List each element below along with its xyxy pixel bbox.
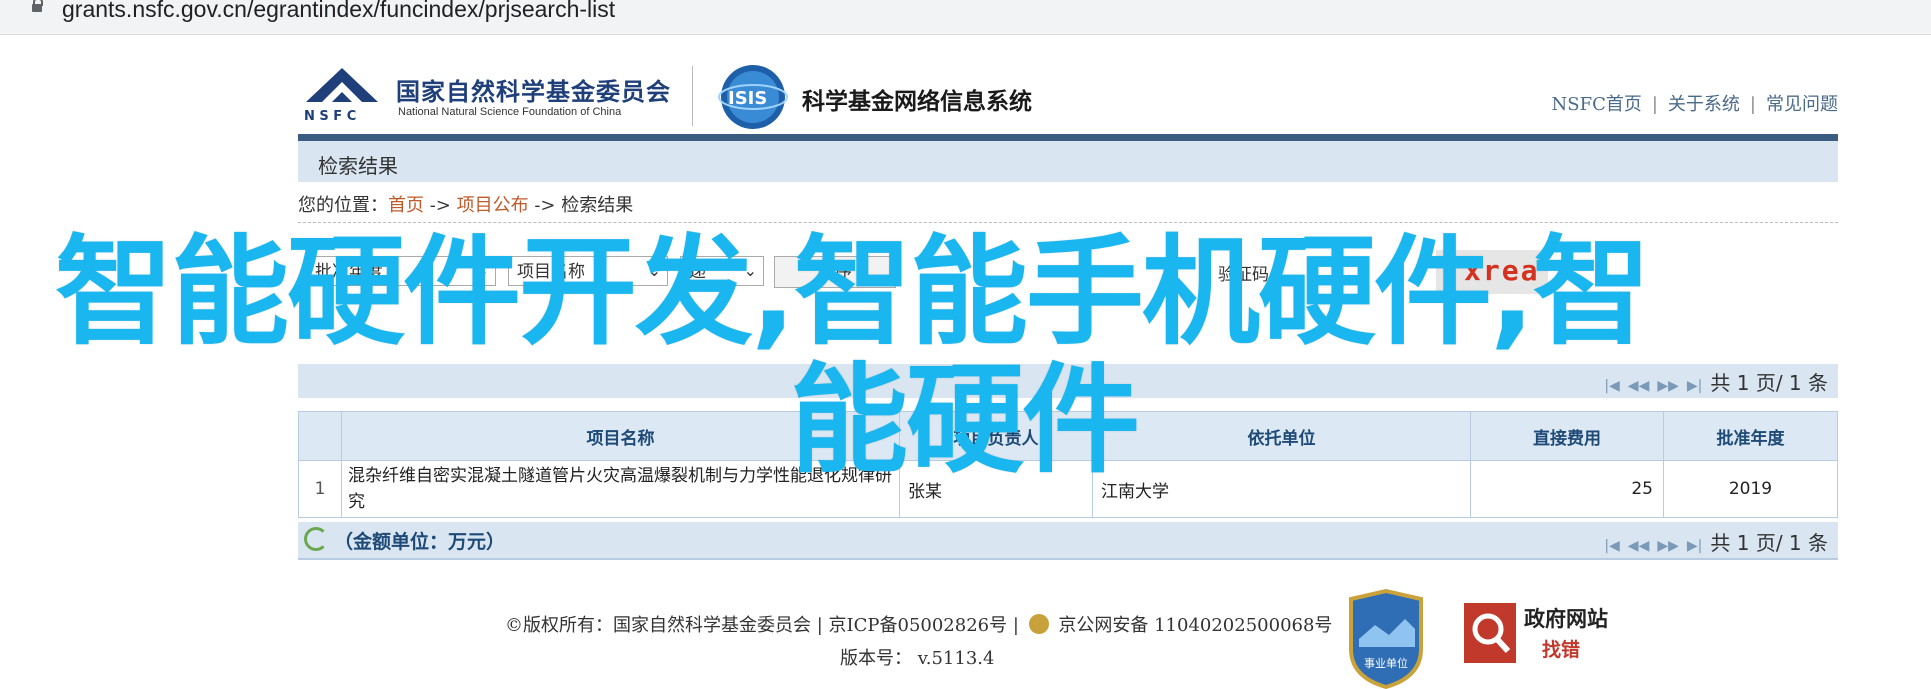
- col-index: [298, 411, 342, 461]
- table-row[interactable]: 1 混杂纤维自密实混凝土隧道管片火灾高温爆裂机制与力学性能退化规律研究 张某 江…: [298, 460, 1838, 518]
- filter-row: 批准年度 ⌄ 项目名称 ⌄ 递 ⌄ 排序 验证码 xrea: [298, 250, 1838, 294]
- magnifier-icon: [1464, 603, 1516, 663]
- police-badge-icon: [1028, 614, 1049, 634]
- breadcrumb: 您的位置：首页 -> 项目公布 -> 检索结果: [298, 191, 633, 217]
- col-leader[interactable]: 项目负责人: [899, 411, 1093, 461]
- row-cost: 25: [1470, 460, 1664, 518]
- section-title: 检索结果: [318, 154, 398, 178]
- field-select-value: 项目名称: [517, 262, 585, 282]
- link-separator: |: [1651, 94, 1658, 115]
- url-text[interactable]: grants.nsfc.gov.cn/egrantindex/funcindex…: [62, 0, 615, 23]
- gov-site-sub: 找错: [1542, 639, 1581, 661]
- address-pill[interactable]: grants.nsfc.gov.cn/egrantindex/funcindex…: [0, 0, 1931, 28]
- header-rule: [298, 134, 1838, 141]
- col-year[interactable]: 批准年度: [1663, 411, 1838, 461]
- captcha-label: 验证码: [1218, 265, 1269, 285]
- order-select[interactable]: 递 ⌄: [680, 256, 764, 286]
- isis-abbr: ISIS: [728, 88, 767, 109]
- prev-page-icon[interactable]: ◀◀: [1628, 378, 1650, 394]
- col-cost[interactable]: 直接费用: [1470, 411, 1664, 461]
- sort-button[interactable]: 排序: [774, 256, 896, 288]
- site-header: N S F C 国家自然科学基金委员会 National Natural Sci…: [298, 52, 1838, 132]
- breadcrumb-prefix: 您的位置：: [298, 195, 388, 216]
- breadcrumb-sep: ->: [528, 195, 562, 216]
- results-table: 项目名称 项目负责人 依托单位 直接费用 批准年度 1 混杂纤维自密实混凝土隧道…: [298, 411, 1838, 518]
- pager-count: 共 1 页/ 1 条: [1710, 531, 1828, 555]
- pager-top: |◀ ◀◀ ▶▶ ▶| 共 1 页/ 1 条: [1604, 367, 1828, 396]
- breadcrumb-current: 检索结果: [561, 195, 634, 216]
- year-select[interactable]: 批准年度 ⌄: [306, 256, 496, 286]
- header-divider: [692, 66, 693, 126]
- gov-site-error-badge[interactable]: 政府网站 找错: [1462, 599, 1617, 669]
- nsfc-logo-icon[interactable]: N S F C: [298, 64, 390, 122]
- top-links: NSFC首页 | 关于系统 | 常见问题: [1552, 90, 1839, 116]
- link-about-system[interactable]: 关于系统: [1668, 94, 1740, 115]
- police-record[interactable]: 京公网安备 11040202500068号: [1058, 615, 1332, 636]
- nsfc-abbr: N S F C: [304, 109, 356, 122]
- order-select-value: 递: [689, 262, 706, 282]
- col-project-name[interactable]: 项目名称: [341, 411, 900, 461]
- year-select-value: 批准年度: [315, 262, 383, 282]
- pager-bottom: |◀ ◀◀ ▶▶ ▶| 共 1 页/ 1 条: [1604, 527, 1828, 556]
- chevron-down-icon: ⌄: [647, 261, 661, 280]
- next-page-icon[interactable]: ▶▶: [1657, 378, 1679, 394]
- isis-logo-icon[interactable]: ISIS: [718, 62, 788, 132]
- breadcrumb-sep: ->: [424, 195, 457, 216]
- public-institution-badge-icon[interactable]: 事业单位: [1345, 589, 1427, 689]
- refresh-icon[interactable]: [304, 527, 328, 551]
- footer-copyright: ©版权所有：国家自然科学基金委员会 | 京ICP备05002826号 | 京公网…: [505, 611, 1332, 637]
- link-faq[interactable]: 常见问题: [1766, 94, 1838, 115]
- captcha-image[interactable]: xrea: [1436, 250, 1548, 294]
- copyright-text: ©版权所有：国家自然科学基金委员会 | 京ICP备05002826号 |: [505, 615, 1019, 636]
- row-leader: 张某: [899, 460, 1093, 518]
- footer-version: 版本号： v.5113.4: [840, 648, 995, 669]
- table-header-row: 项目名称 项目负责人 依托单位 直接费用 批准年度: [298, 411, 1838, 461]
- section-header: 检索结果: [298, 141, 1838, 182]
- breadcrumb-divider: [298, 222, 1838, 223]
- lock-icon[interactable]: [32, 0, 43, 12]
- last-page-icon[interactable]: ▶|: [1687, 378, 1702, 394]
- last-page-icon[interactable]: ▶|: [1687, 538, 1702, 554]
- pager-count: 共 1 页/ 1 条: [1710, 371, 1828, 395]
- pager-bar-top: |◀ ◀◀ ▶▶ ▶| 共 1 页/ 1 条: [298, 364, 1838, 398]
- breadcrumb-home[interactable]: 首页: [388, 195, 424, 216]
- captcha-text: xrea: [1464, 254, 1540, 287]
- amount-unit-label: （金额单位：万元）: [334, 531, 506, 553]
- field-select[interactable]: 项目名称 ⌄: [508, 256, 668, 286]
- browser-address-bar[interactable]: grants.nsfc.gov.cn/egrantindex/funcindex…: [0, 0, 1931, 35]
- nsfc-name-en: National Natural Science Foundation of C…: [398, 106, 622, 118]
- chevron-down-icon: ⌄: [475, 261, 489, 280]
- link-separator: |: [1749, 94, 1756, 115]
- breadcrumb-project-publish[interactable]: 项目公布: [457, 195, 529, 216]
- chevron-down-icon: ⌄: [743, 261, 757, 280]
- badge1-text: 事业单位: [1364, 656, 1408, 670]
- gov-site-title: 政府网站: [1524, 607, 1608, 631]
- prev-page-icon[interactable]: ◀◀: [1628, 538, 1650, 554]
- first-page-icon[interactable]: |◀: [1604, 538, 1619, 554]
- link-nsfc-home[interactable]: NSFC首页: [1552, 94, 1642, 115]
- amount-unit: （金额单位：万元）: [304, 527, 505, 554]
- nsfc-name-cn: 国家自然科学基金委员会: [396, 77, 671, 106]
- first-page-icon[interactable]: |◀: [1604, 378, 1619, 394]
- row-project-name[interactable]: 混杂纤维自密实混凝土隧道管片火灾高温爆裂机制与力学性能退化规律研究: [341, 460, 900, 518]
- page: N S F C 国家自然科学基金委员会 National Natural Sci…: [0, 34, 1931, 689]
- pager-bar-bottom: （金额单位：万元） |◀ ◀◀ ▶▶ ▶| 共 1 页/ 1 条: [298, 522, 1838, 560]
- system-name: 科学基金网络信息系统: [802, 89, 1032, 115]
- row-index: 1: [298, 460, 342, 518]
- next-page-icon[interactable]: ▶▶: [1657, 538, 1679, 554]
- col-organization[interactable]: 依托单位: [1092, 411, 1471, 461]
- row-year: 2019: [1663, 460, 1838, 518]
- row-organization: 江南大学: [1092, 460, 1471, 518]
